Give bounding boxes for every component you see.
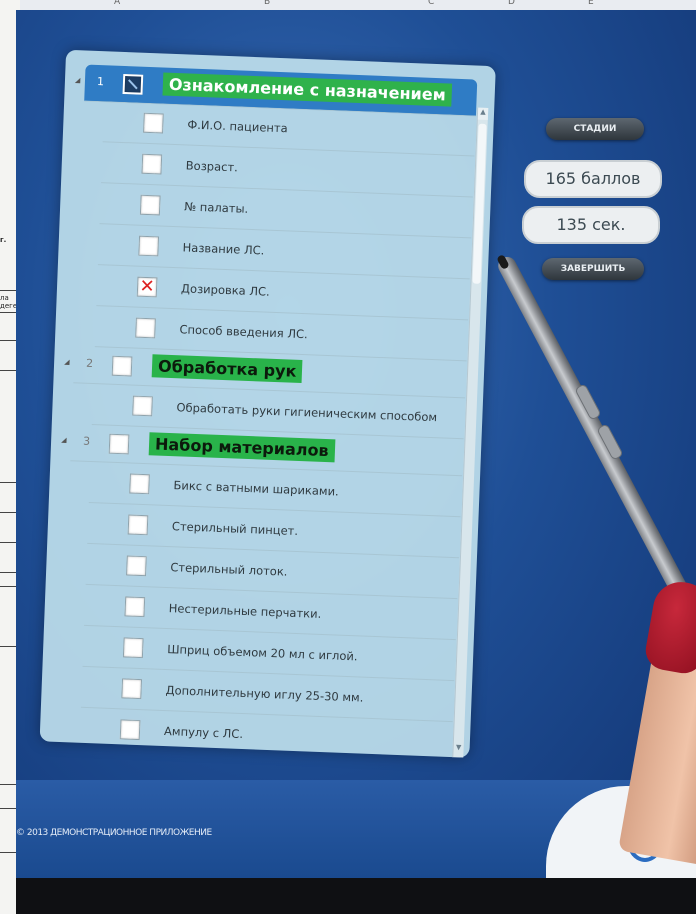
column-letter: E xyxy=(588,0,594,7)
item-label: Стерильный лоток. xyxy=(170,560,288,579)
item-checkbox[interactable] xyxy=(143,112,164,134)
item-checkbox[interactable] xyxy=(135,317,156,339)
item-label: Нестерильные перчатки. xyxy=(168,601,322,621)
paper-fragment: ла xyxy=(0,294,9,302)
item-checkbox[interactable] xyxy=(139,194,161,216)
item-checkbox[interactable] xyxy=(132,395,153,417)
item-checkbox[interactable] xyxy=(129,473,150,495)
column-letter: C xyxy=(428,0,435,7)
item-checkbox[interactable] xyxy=(119,719,141,741)
section-number: 1 xyxy=(96,74,105,89)
section-number: 2 xyxy=(85,356,94,371)
collapse-arrow-icon[interactable]: ◢ xyxy=(61,436,67,444)
footer-copyright: © 2013 ДЕМОНСТРАЦИОННОЕ ПРИЛОЖЕНИЕ xyxy=(16,828,212,838)
item-checkbox[interactable] xyxy=(127,514,149,536)
item-label: Обработать руки гигиеническим способом xyxy=(176,400,438,425)
finish-button[interactable]: ЗАВЕРШИТЬ xyxy=(542,258,644,280)
item-label: Шприц объемом 20 мл с иглой. xyxy=(166,642,358,664)
item-label: Ф.И.О. пациента xyxy=(187,117,288,136)
item-label: Ампулу с ЛС. xyxy=(163,724,244,742)
item-label: Дозировка ЛС. xyxy=(180,281,271,299)
section-checkbox[interactable] xyxy=(122,73,144,95)
item-label: Стерильный пинцет. xyxy=(171,519,299,538)
collapse-arrow-icon[interactable]: ◢ xyxy=(75,76,81,84)
section-title: Ознакомление с назначением xyxy=(162,72,453,107)
stages-button[interactable]: СТАДИИ xyxy=(546,118,644,140)
score-display: 165 баллов xyxy=(524,160,662,198)
item-checkbox[interactable] xyxy=(126,555,147,577)
item-label: № палаты. xyxy=(183,199,249,216)
item-label: Название ЛС. xyxy=(182,240,265,258)
scroll-up-arrow-icon[interactable]: ▲ xyxy=(477,107,489,120)
item-checkbox[interactable] xyxy=(141,153,163,175)
paper-fragment: г. xyxy=(0,236,7,244)
item-checkbox-checked[interactable]: ✕ xyxy=(136,276,158,298)
item-checkbox[interactable] xyxy=(138,235,160,257)
item-label: Бикс с ватными шариками. xyxy=(173,478,340,499)
item-label: Возраст. xyxy=(185,158,239,175)
column-letter: B xyxy=(264,0,271,7)
checklist-panel: ▲ ▼ ◢ 1 Ознакомление с назначением Ф.И.О… xyxy=(39,49,496,758)
item-label: Дополнительную иглу 25-30 мм. xyxy=(165,683,364,705)
item-label: Способ введения ЛС. xyxy=(179,322,308,342)
item-checkbox[interactable] xyxy=(121,678,143,700)
item-checkbox[interactable] xyxy=(122,637,144,659)
column-letter: A xyxy=(114,0,121,7)
collapse-arrow-icon[interactable]: ◢ xyxy=(64,358,70,366)
section-checkbox[interactable] xyxy=(111,355,133,377)
paper-fragment: деге xyxy=(0,302,18,310)
section-checkbox[interactable] xyxy=(108,433,130,455)
item-checkbox[interactable] xyxy=(124,596,146,618)
scroll-down-arrow-icon[interactable]: ▼ xyxy=(453,743,463,755)
tablet-bezel xyxy=(16,878,696,914)
column-letter: D xyxy=(508,0,515,7)
section-title: Обработка рук xyxy=(151,354,303,384)
section-title: Набор материалов xyxy=(148,432,336,463)
timer-display: 135 сек. xyxy=(522,206,660,244)
section-number: 3 xyxy=(82,434,91,448)
